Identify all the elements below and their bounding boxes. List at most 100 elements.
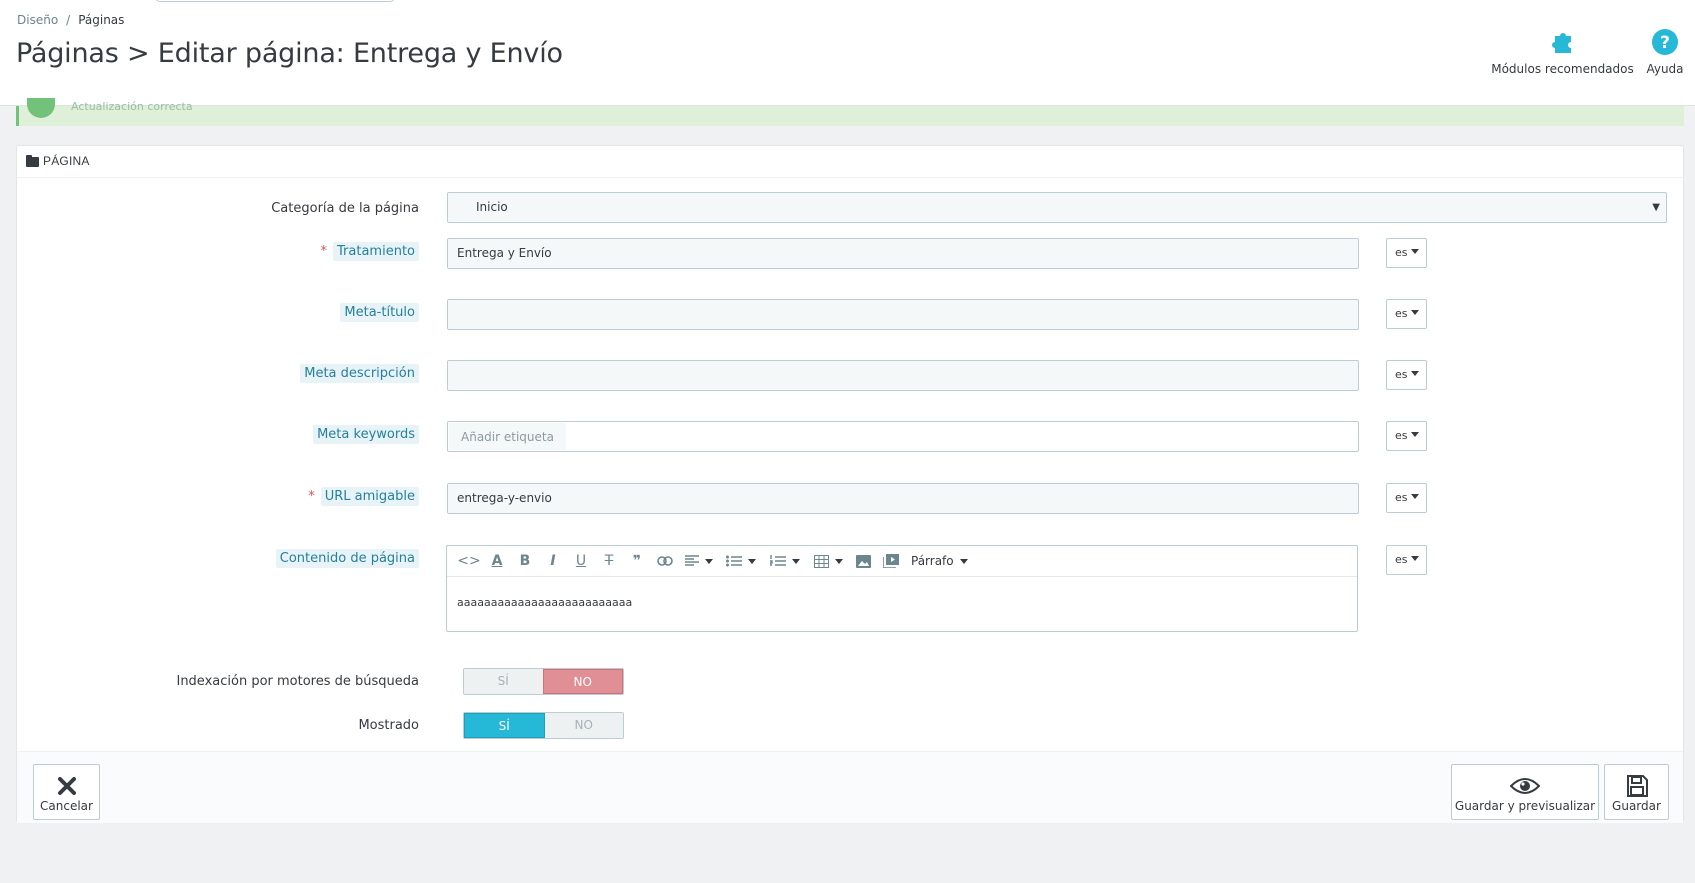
help-icon: ?: [1640, 28, 1690, 62]
success-alert: Actualización correcta: [16, 98, 1684, 126]
friendly-url-label: URL amigable: [320, 487, 419, 506]
meta-title-label-row: Meta-título: [340, 303, 419, 322]
content-label: Contenido de página: [275, 549, 419, 568]
meta-title-label: Meta-título: [340, 303, 419, 322]
lang-code: es: [1395, 553, 1408, 566]
meta-description-input[interactable]: [447, 360, 1359, 391]
title-input[interactable]: Entrega y Envío: [447, 238, 1359, 269]
puzzle-icon: [1490, 28, 1635, 62]
category-value: Inicio: [476, 200, 508, 214]
meta-keywords-input[interactable]: Añadir etiqueta: [447, 421, 1359, 452]
friendly-url-lang-dropdown[interactable]: es: [1386, 483, 1427, 513]
format-label: Párrafo: [911, 554, 954, 568]
save-and-preview-label: Guardar y previsualizar: [1454, 799, 1596, 813]
media-icon[interactable]: [877, 548, 905, 574]
lang-code: es: [1395, 429, 1408, 442]
required-mark: *: [320, 244, 328, 259]
save-button[interactable]: Guardar: [1604, 764, 1669, 820]
table-icon[interactable]: [807, 548, 849, 574]
indexation-no-option[interactable]: NO: [542, 669, 623, 694]
displayed-label: Mostrado: [358, 718, 419, 733]
panel-title: PÁGINA: [43, 154, 90, 168]
numbered-list-icon[interactable]: [763, 548, 807, 574]
recommended-modules-label: Módulos recomendados: [1491, 62, 1634, 76]
lang-code: es: [1395, 307, 1408, 320]
cancel-button[interactable]: Cancelar: [33, 764, 100, 820]
title-lang-dropdown[interactable]: es: [1386, 238, 1427, 268]
displayed-no-option[interactable]: NO: [544, 713, 623, 738]
indexation-yes-option[interactable]: SÍ: [464, 669, 543, 694]
panel-footer: Cancelar Guardar y previsualizar Guardar: [17, 751, 1683, 823]
caret-down-icon: [1410, 432, 1419, 437]
italic-icon[interactable]: I: [539, 548, 567, 574]
text-color-icon[interactable]: A: [483, 548, 511, 574]
editor-toolbar: <> A B I U T ❞ Párrafo: [447, 546, 1357, 577]
content-lang-dropdown[interactable]: es: [1386, 545, 1427, 575]
editor-content[interactable]: aaaaaaaaaaaaaaaaaaaaaaaaaa: [457, 596, 632, 609]
link-icon[interactable]: [651, 548, 679, 574]
meta-description-lang-dropdown[interactable]: es: [1386, 360, 1427, 390]
align-left-icon[interactable]: [679, 548, 719, 574]
help-button[interactable]: ? Ayuda: [1640, 28, 1690, 76]
meta-keywords-label: Meta keywords: [313, 425, 419, 444]
meta-keywords-lang-dropdown[interactable]: es: [1386, 421, 1427, 451]
content-editor[interactable]: <> A B I U T ❞ Párrafo aaaaaaaaaaaaaaaaa…: [446, 545, 1358, 632]
meta-title-input[interactable]: [447, 299, 1359, 330]
chevron-down-icon: ▼: [1652, 202, 1660, 213]
source-code-icon[interactable]: <>: [455, 548, 483, 574]
category-label: Categoría de la página: [271, 201, 419, 216]
format-dropdown[interactable]: Párrafo: [911, 548, 968, 574]
alert-text: Actualización correcta: [71, 100, 193, 113]
lang-code: es: [1395, 246, 1408, 259]
breadcrumb-parent[interactable]: Diseño: [17, 13, 58, 27]
blockquote-icon[interactable]: ❞: [623, 548, 651, 574]
meta-title-lang-dropdown[interactable]: es: [1386, 299, 1427, 329]
required-mark: *: [308, 489, 315, 504]
bold-icon[interactable]: B: [511, 548, 539, 574]
title-label: Tratamiento: [333, 242, 419, 261]
panel-heading: PÁGINA: [17, 146, 1683, 178]
meta-keywords-label-row: Meta keywords: [313, 425, 419, 444]
bullet-list-icon[interactable]: [719, 548, 763, 574]
breadcrumb-current: Páginas: [78, 13, 125, 27]
lang-code: es: [1395, 368, 1408, 381]
page-form-panel: PÁGINA Categoría de la página Inicio ▼ *…: [16, 145, 1684, 823]
caret-down-icon: [1410, 371, 1419, 376]
folder-icon: [26, 155, 39, 167]
page-title: Páginas > Editar página: Entrega y Envío: [16, 38, 563, 69]
indexation-switch[interactable]: SÍ NO: [463, 668, 624, 695]
friendly-url-input[interactable]: entrega-y-envio: [447, 483, 1359, 514]
breadcrumb-separator: /: [66, 13, 71, 27]
title-label-row: * Tratamiento: [320, 242, 419, 261]
close-icon: [34, 773, 99, 799]
svg-text:?: ?: [1660, 33, 1670, 53]
floppy-disk-icon: [1605, 773, 1668, 799]
help-label: Ayuda: [1646, 62, 1684, 76]
save-label: Guardar: [1612, 799, 1661, 813]
content-label-row: Contenido de página: [275, 549, 419, 568]
caret-down-icon: [1410, 494, 1419, 499]
header-search-box[interactable]: [155, 0, 395, 2]
page-header: Diseño / Páginas Páginas > Editar página: …: [0, 0, 1695, 106]
caret-down-icon: [1410, 310, 1419, 315]
recommended-modules-button[interactable]: Módulos recomendados: [1490, 28, 1635, 76]
caret-down-icon: [1410, 249, 1419, 254]
eye-icon: [1452, 773, 1598, 799]
meta-description-label: Meta descripción: [300, 364, 419, 383]
breadcrumb: Diseño / Páginas: [17, 13, 124, 27]
indexation-label: Indexación por motores de búsqueda: [176, 674, 419, 689]
strikethrough-icon[interactable]: T: [595, 548, 623, 574]
image-icon[interactable]: [849, 548, 877, 574]
cancel-label: Cancelar: [40, 799, 93, 813]
save-and-preview-button[interactable]: Guardar y previsualizar: [1451, 764, 1599, 820]
friendly-url-label-row: * URL amigable: [308, 487, 419, 506]
meta-keywords-placeholder: Añadir etiqueta: [449, 423, 566, 450]
lang-code: es: [1395, 491, 1408, 504]
displayed-switch[interactable]: SÍ NO: [463, 712, 624, 739]
displayed-yes-option[interactable]: SÍ: [464, 713, 545, 738]
underline-icon[interactable]: U: [567, 548, 595, 574]
meta-description-label-row: Meta descripción: [300, 364, 419, 383]
check-icon: [27, 98, 55, 118]
category-select[interactable]: Inicio ▼: [447, 192, 1667, 223]
caret-down-icon: [1410, 556, 1419, 561]
